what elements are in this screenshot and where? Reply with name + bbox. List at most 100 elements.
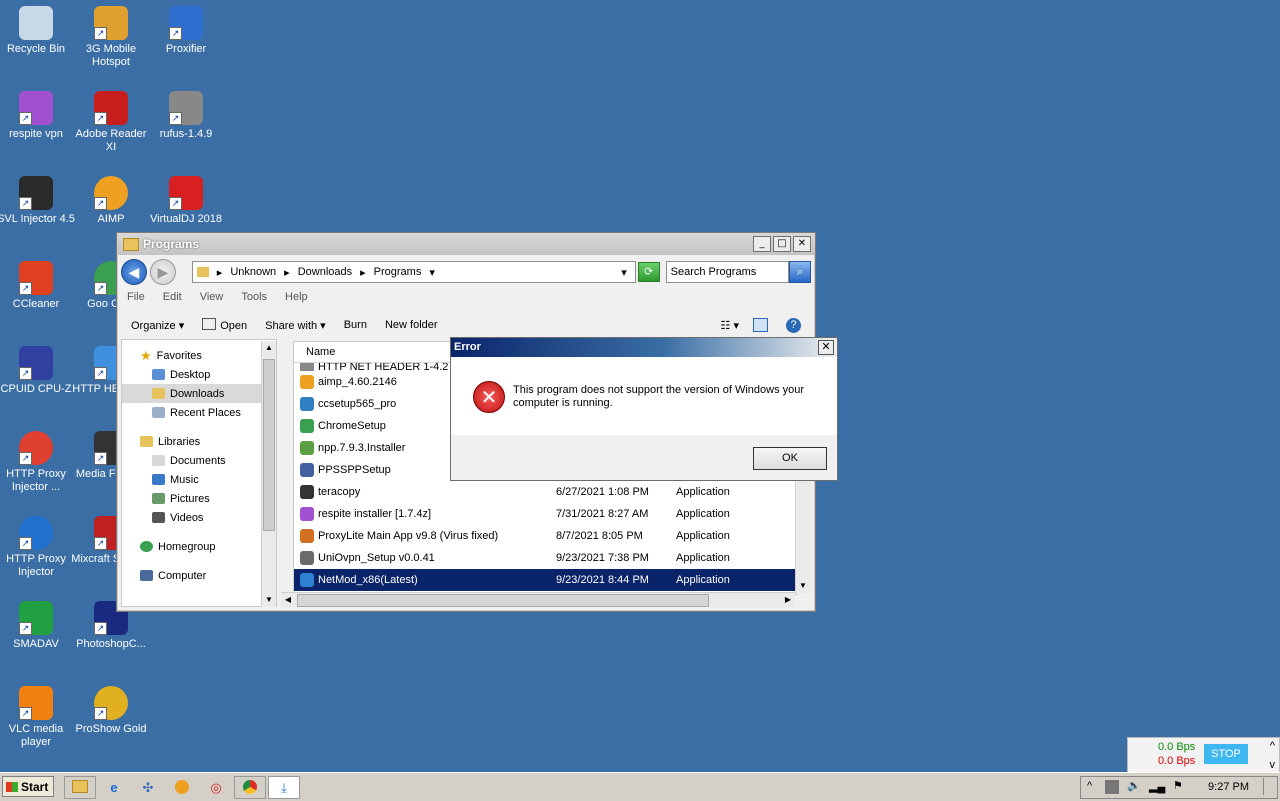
file-row[interactable]: ProxyLite Main App v9.8 (Virus fixed) 8/7…	[294, 525, 796, 547]
horizontal-scrollbar[interactable]: ◀ ▶	[281, 592, 795, 607]
menu-edit[interactable]: Edit	[163, 291, 182, 303]
breadcrumb-programs[interactable]: Programs	[374, 266, 422, 278]
minimize-button[interactable]: _	[753, 236, 771, 252]
close-button[interactable]: ✕	[793, 236, 811, 252]
desktop-icon-respite-vpn[interactable]: ↗ respite vpn	[0, 91, 76, 141]
libraries-icon	[140, 436, 153, 447]
preview-pane-icon[interactable]	[753, 318, 768, 332]
desktop-icon-http-proxy-injector-2[interactable]: ↗ HTTP Proxy Injector	[0, 516, 76, 579]
new-folder-button[interactable]: New folder	[385, 319, 438, 331]
menu-tools[interactable]: Tools	[241, 291, 267, 303]
desktop-icon-recycle-bin[interactable]: Recycle Bin	[0, 6, 76, 56]
file-row[interactable]: UniOvpn_Setup v0.0.41 9/23/2021 7:38 PM Ap…	[294, 547, 796, 569]
nav-desktop[interactable]: Desktop	[122, 365, 276, 384]
help-icon[interactable]: ?	[786, 317, 801, 333]
scroll-up-arrow[interactable]: ▲	[262, 341, 276, 355]
chevron-down-icon[interactable]: ▾	[429, 266, 435, 279]
nav-downloads[interactable]: Downloads	[122, 384, 276, 403]
vlc-icon: ↗	[19, 686, 53, 720]
ok-button[interactable]: OK	[753, 447, 827, 470]
stop-button[interactable]: STOP	[1204, 744, 1248, 764]
desktop-icon-rufus[interactable]: ↗ rufus-1.4.9	[146, 91, 226, 141]
menu-help[interactable]: Help	[285, 291, 308, 303]
dialog-title[interactable]: Error	[451, 338, 837, 357]
taskbar-installer[interactable]: ⤓	[268, 776, 300, 799]
nav-documents[interactable]: Documents	[122, 451, 276, 470]
back-button[interactable]: ◀	[121, 259, 147, 285]
nav-scroll-thumb[interactable]	[263, 359, 275, 531]
maximize-button[interactable]: □	[773, 236, 791, 252]
scroll-down-arrow[interactable]: ▼	[796, 579, 810, 593]
action-center-flag-icon[interactable]: ⚑	[1173, 779, 1183, 792]
desktop-icon-cpuz[interactable]: ↗ CPUID CPU-Z	[0, 346, 76, 396]
open-button[interactable]: Open	[202, 318, 247, 332]
taskbar-chrome[interactable]	[234, 776, 266, 799]
desktop-icon-virtualdj[interactable]: ↗ VirtualDJ 2018	[146, 176, 226, 226]
clock[interactable]: 9:27 PM	[1208, 781, 1249, 793]
application-icon	[300, 441, 314, 455]
nav-videos[interactable]: Videos	[122, 508, 276, 527]
speaker-icon[interactable]: 🔈	[1127, 779, 1141, 792]
organize-button[interactable]: Organize ▾	[131, 319, 184, 332]
refresh-button[interactable]: ⟳	[637, 262, 660, 282]
nav-favorites[interactable]: ★ Favorites	[122, 346, 276, 365]
desktop-icon-aimp[interactable]: ↗ AIMP	[71, 176, 151, 226]
nav-computer[interactable]: Computer	[122, 566, 276, 585]
widget-collapse-icon[interactable]: v	[1270, 759, 1276, 771]
view-options-icon[interactable]: ☷ ▾	[721, 319, 739, 332]
file-name: UniOvpn_Setup v0.0.41	[318, 552, 435, 564]
desktop-icon-3g-hotspot[interactable]: ↗ 3G Mobile Hotspot	[71, 6, 151, 69]
taskbar-network[interactable]: ✣	[132, 776, 164, 799]
menu-file[interactable]: File	[127, 291, 145, 303]
nav-music[interactable]: Music	[122, 470, 276, 489]
h-scroll-thumb[interactable]	[297, 594, 709, 607]
address-bar[interactable]: ▸ Unknown ▸ Downloads ▸ Programs ▾ ▾	[191, 261, 636, 283]
file-date: 9/23/2021 7:38 PM	[556, 552, 649, 564]
desktop-icon-vlc[interactable]: ↗ VLC media player	[0, 686, 76, 749]
show-desktop-button[interactable]	[1263, 778, 1274, 795]
desktop-icon-adobe-reader[interactable]: ↗ Adobe Reader XI	[71, 91, 151, 154]
nav-homegroup[interactable]: Homegroup	[122, 537, 276, 556]
address-dropdown-icon[interactable]: ▾	[621, 266, 627, 279]
music-icon	[152, 474, 165, 485]
tray-app-icon[interactable]	[1105, 780, 1119, 794]
desktop-icon-proshow[interactable]: ↗ ProShow Gold	[71, 686, 151, 736]
file-date: 8/7/2021 8:05 PM	[556, 530, 643, 542]
nav-pictures[interactable]: Pictures	[122, 489, 276, 508]
search-icon[interactable]: ⌕	[789, 261, 811, 283]
address-row: ◀ ▶ ▸ Unknown ▸ Downloads ▸ Programs ▾ ▾ ⟳ …	[121, 259, 811, 285]
start-button[interactable]: Start	[2, 776, 54, 797]
nav-scrollbar[interactable]: ▲ ▼	[261, 341, 276, 607]
file-row[interactable]: teracopy 6/27/2021 1:08 PM Application	[294, 481, 796, 503]
folder-icon	[72, 780, 88, 793]
taskbar-explorer[interactable]	[64, 776, 96, 799]
file-row[interactable]: respite installer [1.7.4z] 7/31/2021 8:27…	[294, 503, 796, 525]
scroll-down-arrow[interactable]: ▼	[262, 593, 276, 607]
file-row[interactable]: NetMod_x86(Latest) 9/23/2021 8:44 PM Appli…	[294, 569, 796, 591]
taskbar-aimp[interactable]	[166, 776, 198, 799]
desktop-icon-proxifier[interactable]: ↗ Proxifier	[146, 6, 226, 56]
dialog-close-button[interactable]: ✕	[818, 340, 834, 355]
forward-button[interactable]: ▶	[149, 259, 176, 285]
taskbar-ie[interactable]: e	[98, 776, 130, 799]
search-input[interactable]: Search Programs	[665, 261, 790, 283]
widget-menu-icon[interactable]: ^	[1270, 740, 1275, 752]
scroll-right-arrow[interactable]: ▶	[781, 593, 795, 607]
nav-libraries[interactable]: Libraries	[122, 432, 276, 451]
breadcrumb-unknown[interactable]: Unknown	[230, 266, 276, 278]
breadcrumb-downloads[interactable]: Downloads	[298, 266, 352, 278]
desktop-icon-smadav[interactable]: ↗ SMADAV	[0, 601, 76, 651]
nav-recent-places[interactable]: Recent Places	[122, 403, 276, 422]
scroll-left-arrow[interactable]: ◀	[281, 593, 295, 607]
desktop-icon-http-proxy-injector-1[interactable]: ↗ HTTP Proxy Injector ...	[0, 431, 76, 494]
menu-view[interactable]: View	[200, 291, 224, 303]
explorer-titlebar[interactable]: Programs _ □ ✕	[117, 233, 815, 255]
show-hidden-icons[interactable]: ^	[1087, 780, 1092, 792]
desktop-icon-ccleaner[interactable]: ↗ CCleaner	[0, 261, 76, 311]
file-type: Application	[676, 552, 730, 564]
burn-button[interactable]: Burn	[344, 319, 367, 331]
share-with-button[interactable]: Share with ▾	[265, 319, 326, 332]
signal-icon[interactable]: ▂▄	[1149, 780, 1165, 793]
taskbar-target-app[interactable]: ◎	[200, 776, 232, 799]
desktop-icon-svl-injector[interactable]: ↗ SVL Injector 4.5	[0, 176, 76, 226]
